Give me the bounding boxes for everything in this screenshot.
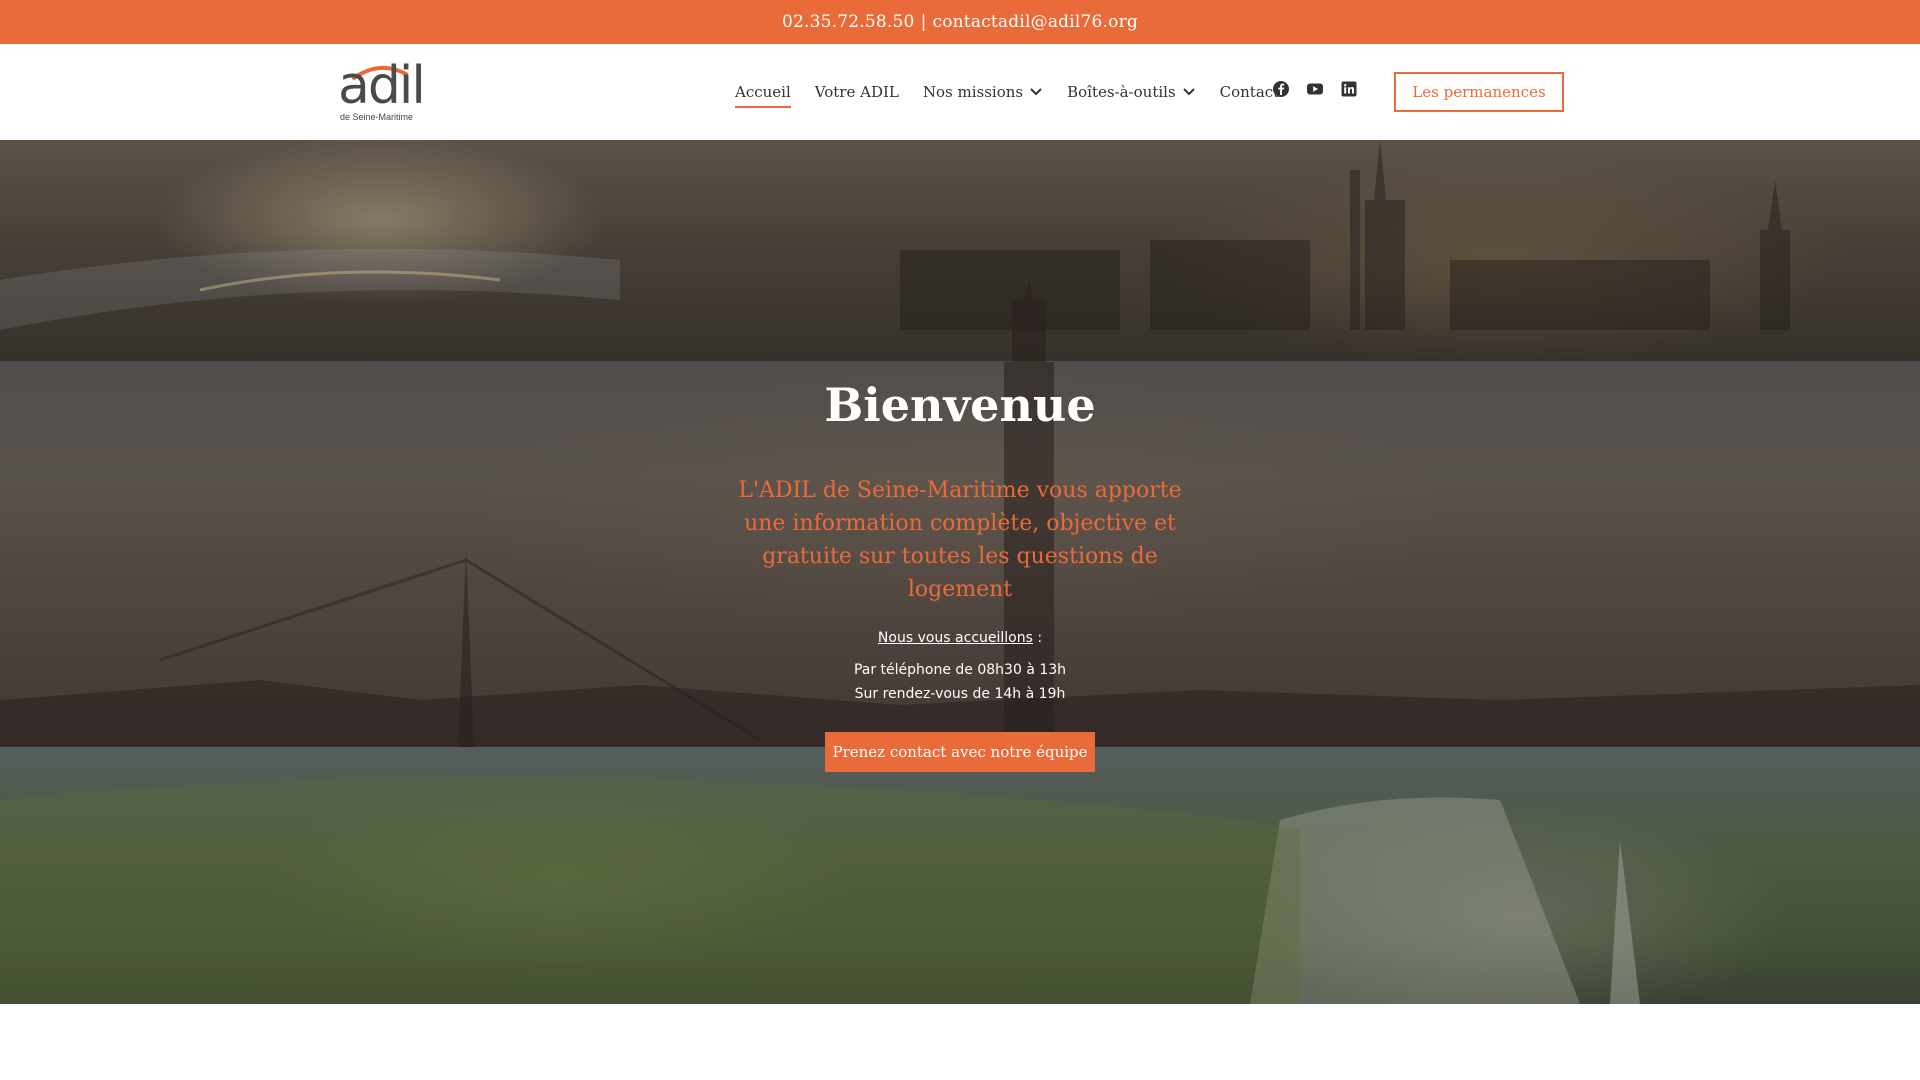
site-header: adil de Seine-Maritime Accueil Votre ADI… (0, 44, 1920, 140)
email-link[interactable]: contactadil@adil76.org (933, 12, 1139, 32)
nav-label: Contact (1219, 83, 1280, 101)
hero-title: Bienvenue (824, 378, 1096, 432)
opening-hours: Par téléphone de 08h30 à 13h Sur rendez-… (660, 658, 1260, 706)
phone-number[interactable]: 02.35.72.58.50 (782, 12, 915, 32)
main-navigation: Accueil Votre ADIL Nos missions Boîtes-à… (735, 44, 1279, 140)
welcome-heading: Nous vous accueillons : (660, 630, 1260, 646)
nav-label: Boîtes-à-outils (1067, 83, 1176, 101)
separator: | (920, 12, 927, 32)
nav-label: Nos missions (922, 83, 1024, 101)
hero-lead-text: L'ADIL de Seine-Maritime vous apporte un… (738, 478, 1182, 602)
nav-item-accueil[interactable]: Accueil (735, 77, 791, 108)
nav-item-contact[interactable]: Contact (1220, 77, 1280, 107)
youtube-icon[interactable] (1306, 80, 1324, 98)
facebook-icon[interactable] (1272, 80, 1290, 98)
top-contact-bar: 02.35.72.58.50 | contactadil@adil76.org (0, 0, 1920, 44)
contact-team-button[interactable]: Prenez contact avec notre équipe (825, 732, 1095, 772)
logo-wordmark: adil (338, 56, 426, 116)
nav-label: Votre ADIL (814, 83, 899, 101)
social-links (1272, 80, 1358, 98)
site-logo[interactable]: adil de Seine-Maritime (338, 60, 426, 124)
hero-content: Bienvenue L'ADIL de Seine-Maritime vous … (660, 376, 1260, 772)
phone-hours: Par téléphone de 08h30 à 13h (853, 662, 1067, 678)
hero-section: Bienvenue L'ADIL de Seine-Maritime vous … (0, 140, 1920, 1004)
nav-item-votre-adil[interactable]: Votre ADIL (815, 77, 899, 107)
permanences-button[interactable]: Les permanences (1394, 72, 1564, 112)
appointment-hours: Sur rendez-vous de 14h à 19h (854, 686, 1066, 702)
welcome-suffix: : (1032, 630, 1043, 646)
linkedin-icon[interactable] (1340, 80, 1358, 98)
logo-subtitle: de Seine-Maritime (340, 112, 414, 122)
chevron-down-icon (1030, 88, 1042, 96)
nav-item-nos-missions[interactable]: Nos missions (923, 77, 1043, 107)
chevron-down-icon (1182, 88, 1195, 96)
welcome-underlined: Nous vous accueillons (877, 630, 1033, 646)
nav-label: Accueil (735, 83, 791, 101)
nav-item-boites-a-outils[interactable]: Boîtes-à-outils (1067, 77, 1196, 107)
